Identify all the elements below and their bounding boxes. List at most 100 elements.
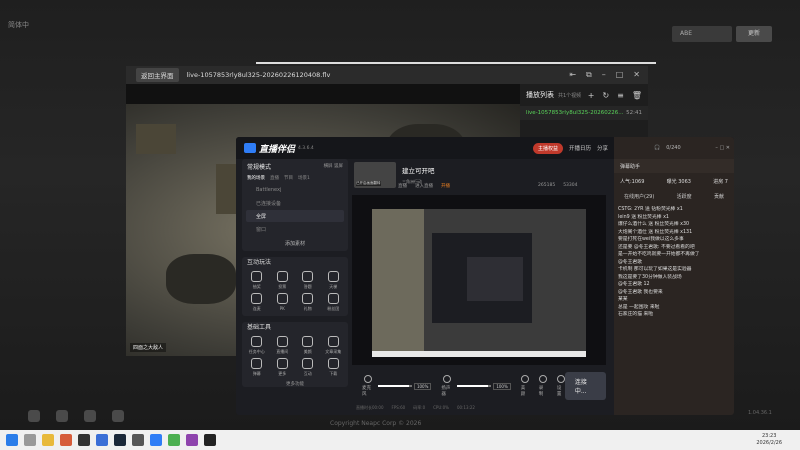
tab-activity[interactable]: 活跃度	[677, 193, 692, 200]
headset-icon[interactable]: 🎧	[654, 145, 660, 151]
tab-my-scenes[interactable]: 我的场景	[247, 175, 265, 181]
steam-icon[interactable]	[114, 434, 126, 446]
tool-item[interactable]: 答题	[295, 271, 321, 290]
beauty-control[interactable]: 美颜	[521, 375, 529, 397]
tool-item[interactable]: 投票	[270, 271, 296, 290]
sort-icon[interactable]: ≡	[617, 91, 624, 100]
tool-icon	[251, 271, 263, 282]
copyright: Copyright Neapc Corp © 2026	[330, 420, 422, 427]
tab-live[interactable]: 直播	[270, 175, 279, 181]
tool-icon	[276, 271, 288, 282]
basic-tools-panel: 基础工具 任务中心 直播间 美颜 文章采集 弹幕 更多 互动 下载 更多功能	[242, 322, 348, 387]
go-live-button[interactable]: 连接中...	[564, 372, 607, 400]
tool-label: 互动	[303, 371, 312, 376]
player-progress-bar[interactable]	[256, 62, 656, 64]
add-icon[interactable]: +	[588, 91, 595, 100]
tool-label: 文章采集	[325, 349, 342, 354]
chat-message: 总是 一起围攻 来啦	[618, 304, 660, 310]
delete-icon[interactable]: 🗑	[632, 91, 642, 100]
calendar-button[interactable]: 开播日历	[569, 144, 591, 152]
back-to-main-button[interactable]: 返回主界面	[136, 68, 179, 82]
room-cover[interactable]: 已开启画面翻转	[354, 162, 396, 188]
stream-preview[interactable]	[352, 195, 606, 365]
mic-control[interactable]: 麦克风	[362, 375, 374, 397]
tool-item[interactable]: 下载	[321, 358, 347, 377]
tool-item[interactable]: 美颜	[295, 336, 321, 355]
app-name: 直播伴侣	[259, 144, 296, 155]
tool-label: 弹幕	[252, 371, 261, 376]
tool-item[interactable]: 抽奖	[244, 271, 270, 290]
speaker-control[interactable]: 扬声器	[441, 375, 453, 397]
room-meta-live[interactable]: 直播	[398, 183, 407, 189]
tab-contribution[interactable]: 贡献	[714, 193, 724, 200]
refresh-icon[interactable]: ↻	[602, 91, 609, 100]
room-title[interactable]: 建立可开吧	[402, 165, 435, 175]
search-icon[interactable]	[24, 434, 36, 446]
share-button[interactable]: 分享	[597, 144, 608, 152]
pip-icon[interactable]: ⧉	[586, 70, 592, 80]
tool-item[interactable]: 直播间	[270, 336, 296, 355]
app-icon[interactable]	[132, 434, 144, 446]
record-control[interactable]: 录制	[539, 375, 547, 397]
tool-item[interactable]: 弹幕	[244, 358, 270, 377]
settings-control[interactable]: 设置	[557, 375, 565, 397]
mode-selector[interactable]: 常规模式	[247, 162, 271, 171]
maximize-icon[interactable]: □	[616, 70, 624, 80]
app-icon[interactable]	[204, 434, 216, 446]
launcher-language[interactable]: 简体中	[8, 20, 29, 30]
tool-item[interactable]: 天梯	[321, 271, 347, 290]
tool-icon	[251, 336, 263, 347]
taskbar-clock[interactable]: 23:23 2026/2/26	[756, 433, 782, 447]
tool-icon	[302, 358, 314, 369]
tool-item[interactable]: 连麦	[244, 293, 270, 312]
tool-item[interactable]: 更多	[270, 358, 296, 377]
twitch-icon[interactable]	[56, 410, 68, 422]
room-meta-start[interactable]: 开播	[441, 183, 450, 189]
tool-item[interactable]: 粉丝团	[321, 293, 347, 312]
app-icon[interactable]	[60, 434, 72, 446]
reddit-icon[interactable]	[112, 410, 124, 422]
minimize-icon[interactable]: –	[602, 70, 606, 80]
tab-online-users[interactable]: 在线用户(29)	[624, 193, 654, 200]
add-source-button[interactable]: 添加素材	[242, 236, 348, 251]
launcher-field[interactable]: ABE	[672, 26, 732, 42]
tool-item[interactable]: 文章采集	[321, 336, 347, 355]
twitter-icon[interactable]	[84, 410, 96, 422]
start-icon[interactable]	[6, 434, 18, 446]
tool-label: 下载	[329, 371, 338, 376]
orientation-toggle[interactable]: 横屏 竖屏	[324, 163, 343, 169]
file-explorer-icon[interactable]	[42, 434, 54, 446]
chrome-icon[interactable]	[168, 434, 180, 446]
source-item[interactable]: 窗口	[246, 223, 344, 235]
launcher-update-button[interactable]: 更新	[736, 26, 772, 42]
pin-icon[interactable]: ⇤	[569, 70, 576, 80]
os-taskbar: 23:23 2026/2/26	[0, 430, 800, 450]
tool-item[interactable]: 礼物	[295, 293, 321, 312]
app-icon[interactable]	[78, 434, 90, 446]
tool-item[interactable]: PK	[270, 293, 296, 312]
tab-program[interactable]: 节目	[284, 175, 293, 181]
status-item: 直播时长00:00	[356, 405, 384, 410]
app-icon[interactable]	[150, 434, 162, 446]
source-item[interactable]: 已连接设备	[246, 197, 344, 209]
source-item[interactable]: Battlenexj	[246, 184, 344, 196]
room-meta-enter[interactable]: 进入直播	[415, 183, 433, 189]
app-icon[interactable]	[96, 434, 108, 446]
app-icon[interactable]	[186, 434, 198, 446]
playlist-item[interactable]: live-1057853rly8ul325-20260226... 52:41	[520, 106, 648, 120]
tab-scene-1[interactable]: 场景1	[298, 175, 310, 181]
chat-message: @冬王君歌 我也要来	[618, 289, 663, 295]
speaker-volume-slider[interactable]	[457, 385, 492, 387]
mic-volume-slider[interactable]	[378, 385, 412, 387]
source-item[interactable]: 全屏	[246, 210, 344, 222]
speaker-volume-fill	[457, 385, 488, 387]
discord-icon[interactable]	[28, 410, 40, 422]
beauty-label: 美颜	[520, 386, 526, 397]
tool-item[interactable]: 任务中心	[244, 336, 270, 355]
chat-header: 弹幕助手	[614, 159, 734, 173]
preview-game-area	[372, 209, 424, 357]
more-tools-link[interactable]: 更多功能	[242, 381, 348, 387]
vip-button[interactable]: 主播权益	[532, 142, 563, 154]
tool-item[interactable]: 互动	[295, 358, 321, 377]
close-icon[interactable]: ✕	[633, 70, 640, 80]
